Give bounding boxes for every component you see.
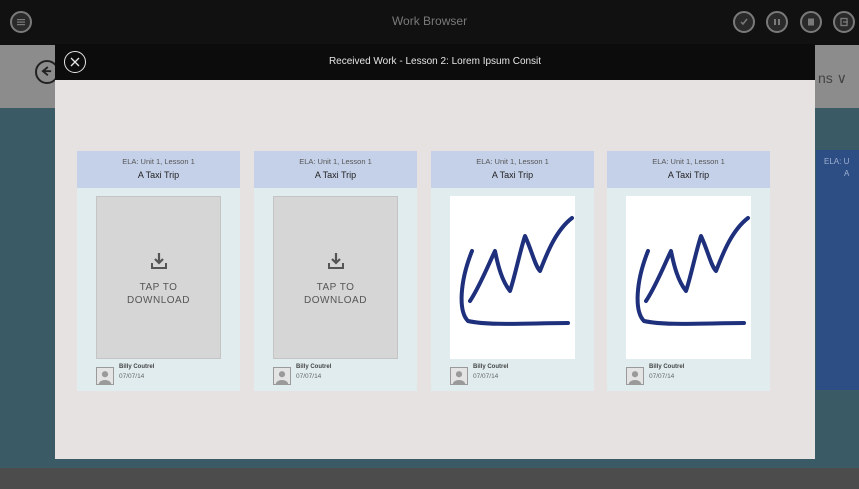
avatar bbox=[450, 367, 468, 385]
download-icon bbox=[328, 253, 344, 269]
clipboard-icon[interactable] bbox=[800, 11, 822, 33]
work-card[interactable]: ELA: Unit 1, Lesson 1 A Taxi Trip TAP TO DO… bbox=[254, 151, 417, 391]
tap-to-download-label: TAP TO DOWNLOAD bbox=[274, 281, 397, 307]
card-header: ELA: Unit 1, Lesson 1 A Taxi Trip bbox=[607, 151, 770, 188]
download-icon bbox=[151, 253, 167, 269]
card-lesson-title: A Taxi Trip bbox=[667, 170, 710, 180]
partial-card-unit: ELA: U bbox=[824, 157, 850, 166]
card-lesson-title: A Taxi Trip bbox=[314, 170, 357, 180]
submission-date: 07/07/14 bbox=[119, 373, 145, 380]
user-name: Billy Coutrel bbox=[473, 364, 509, 370]
card-header: ELA: Unit 1, Lesson 1 A Taxi Trip bbox=[431, 151, 594, 188]
tap-label-line1: TAP TO bbox=[316, 282, 355, 293]
card-unit-label: ELA: Unit 1, Lesson 1 bbox=[299, 157, 372, 166]
partial-card-lesson: A bbox=[844, 169, 850, 178]
card-header: ELA: Unit 1, Lesson 1 A Taxi Trip bbox=[254, 151, 417, 188]
card-unit-label: ELA: Unit 1, Lesson 1 bbox=[476, 157, 549, 166]
modal-title: Received Work - Lesson 2: Lorem Ipsum Co… bbox=[328, 56, 542, 67]
download-thumbnail[interactable]: TAP TO DOWNLOAD bbox=[273, 196, 398, 359]
drawing-thumbnail[interactable] bbox=[450, 196, 575, 359]
tap-label-line1: TAP TO bbox=[139, 282, 178, 293]
avatar bbox=[626, 367, 644, 385]
handwriting-drawing bbox=[459, 216, 574, 326]
card-unit-label: ELA: Unit 1, Lesson 1 bbox=[122, 157, 195, 166]
bottom-strip bbox=[0, 468, 859, 489]
submission-date: 07/07/14 bbox=[649, 373, 675, 380]
drawing-thumbnail[interactable] bbox=[626, 196, 751, 359]
avatar bbox=[273, 367, 291, 385]
submission-date: 07/07/14 bbox=[296, 373, 322, 380]
card-lesson-title: A Taxi Trip bbox=[491, 170, 534, 180]
user-name: Billy Coutrel bbox=[296, 364, 332, 370]
export-icon[interactable] bbox=[833, 11, 855, 33]
work-card[interactable]: ELA: Unit 1, Lesson 1 A Taxi Trip Billy Co… bbox=[607, 151, 770, 391]
tap-label-line2: DOWNLOAD bbox=[304, 295, 367, 306]
modal-header: Received Work - Lesson 2: Lorem Ipsum Co… bbox=[55, 44, 815, 80]
tap-to-download-label: TAP TO DOWNLOAD bbox=[97, 281, 220, 307]
app-top-bar: Work Browser bbox=[0, 0, 859, 45]
work-card[interactable]: ELA: Unit 1, Lesson 1 A Taxi Trip Billy Co… bbox=[431, 151, 594, 391]
library-icon[interactable] bbox=[766, 11, 788, 33]
card-header: ELA: Unit 1, Lesson 1 A Taxi Trip bbox=[77, 151, 240, 188]
work-card[interactable]: ELA: Unit 1, Lesson 1 A Taxi Trip TAP TO DO… bbox=[77, 151, 240, 391]
download-thumbnail[interactable]: TAP TO DOWNLOAD bbox=[96, 196, 221, 359]
card-lesson-title: A Taxi Trip bbox=[137, 170, 180, 180]
user-name: Billy Coutrel bbox=[649, 364, 685, 370]
subbar-label[interactable]: ns ∨ bbox=[818, 70, 847, 87]
app-title: Work Browser bbox=[391, 14, 468, 28]
partial-card[interactable]: ELA: U A bbox=[816, 150, 859, 390]
avatar bbox=[96, 367, 114, 385]
handwriting-drawing bbox=[635, 216, 750, 326]
user-name: Billy Coutrel bbox=[119, 364, 155, 370]
check-icon[interactable] bbox=[733, 11, 755, 33]
tap-label-line2: DOWNLOAD bbox=[127, 295, 190, 306]
card-unit-label: ELA: Unit 1, Lesson 1 bbox=[652, 157, 725, 166]
submission-date: 07/07/14 bbox=[473, 373, 499, 380]
